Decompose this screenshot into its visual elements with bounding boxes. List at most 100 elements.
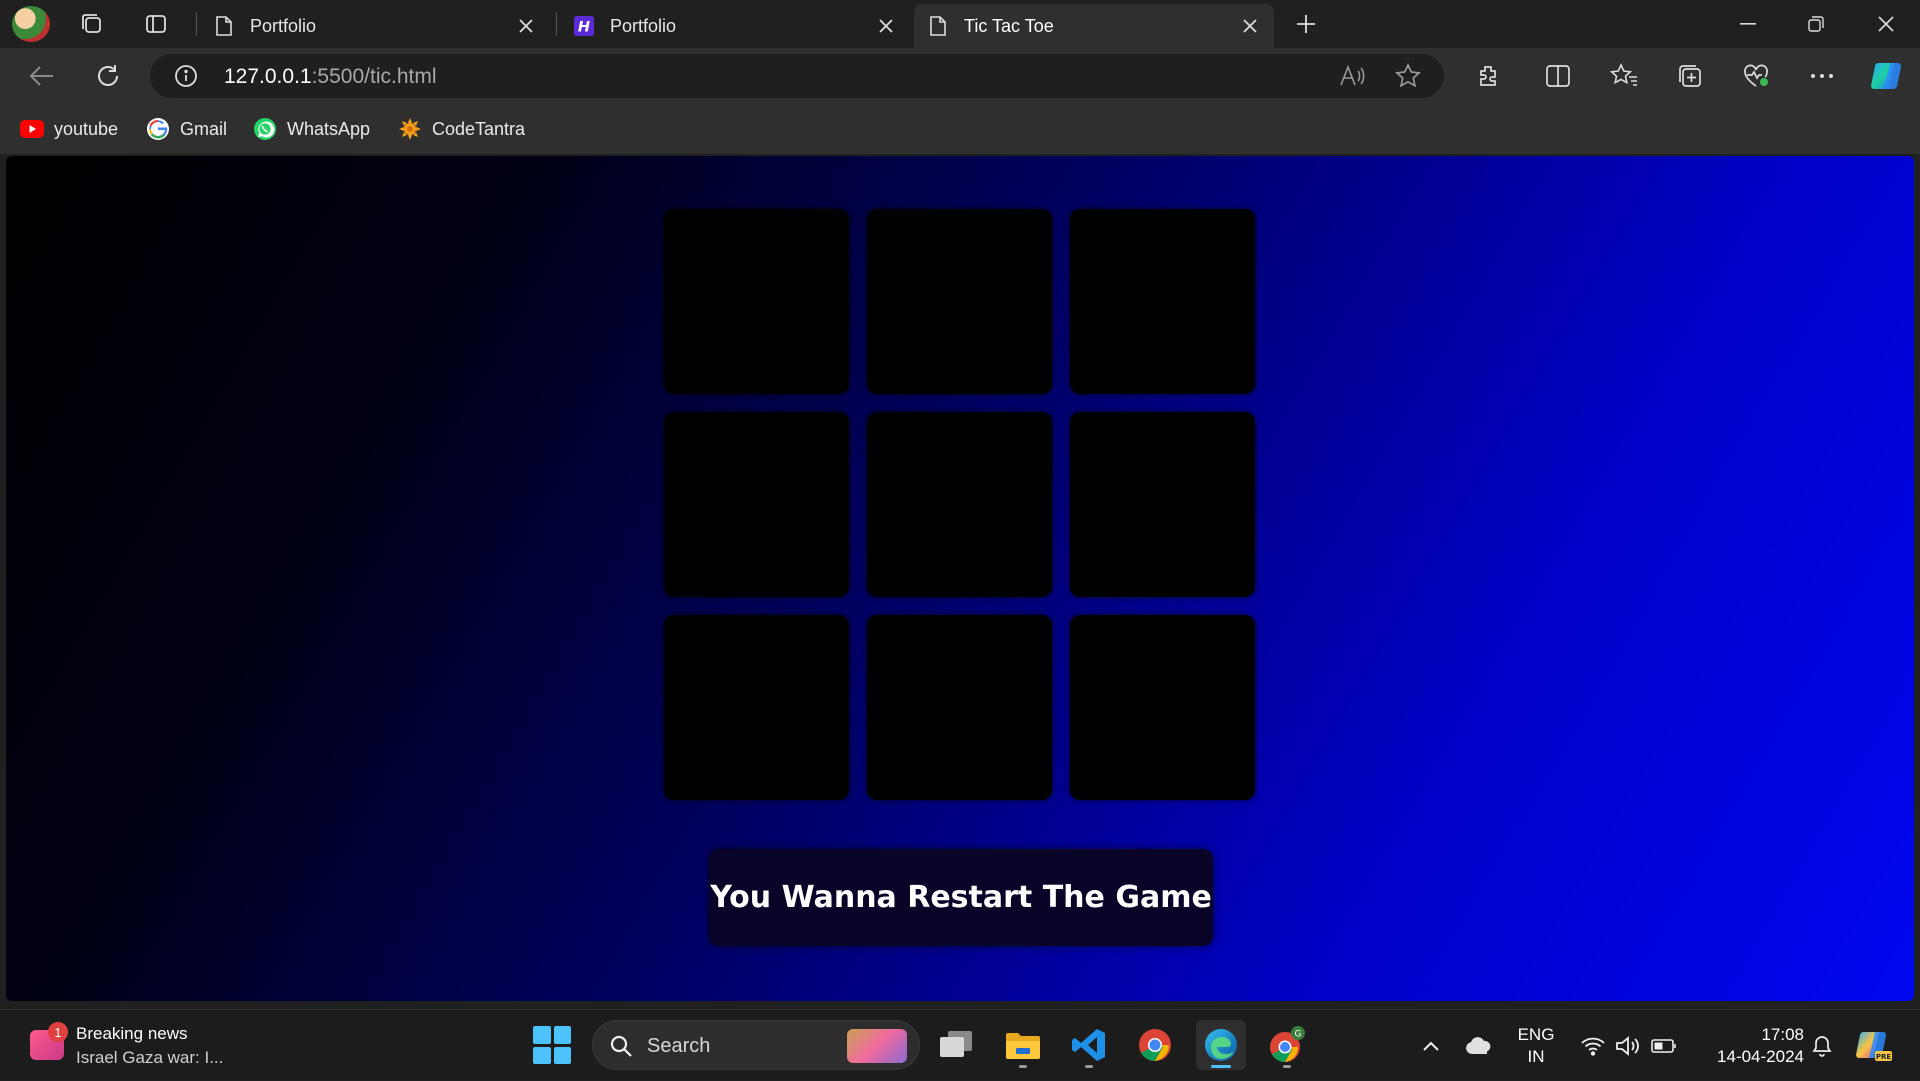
bookmark-codetantra[interactable]: CodeTantra (398, 116, 525, 142)
tab-portfolio-2[interactable]: H Portfolio (560, 4, 910, 48)
collections-icon[interactable] (1672, 58, 1708, 94)
tab-strip: Portfolio H Portfolio Tic Tac Toe (0, 0, 1920, 48)
svg-text:G: G (1295, 1030, 1302, 1040)
url-host: 127.0.0.1 (224, 65, 312, 88)
site-info-icon[interactable] (174, 64, 198, 88)
running-indicator (1211, 1065, 1231, 1068)
board-cell-5[interactable] (867, 412, 1052, 597)
whatsapp-icon (253, 117, 277, 141)
svg-text:PRE: PRE (1876, 1053, 1892, 1061)
bookmark-label: CodeTantra (432, 118, 526, 139)
extensions-icon[interactable] (1470, 58, 1506, 94)
onedrive-cloud-icon[interactable] (1462, 1010, 1496, 1081)
bookmark-whatsapp[interactable]: WhatsApp (253, 116, 370, 142)
page-icon (214, 15, 234, 37)
running-indicator (1085, 1065, 1093, 1068)
close-icon[interactable] (516, 16, 536, 36)
tab-separator (556, 12, 557, 36)
bookmark-label: youtube (54, 118, 119, 139)
search-highlight-art (847, 1029, 907, 1063)
youtube-icon (20, 117, 44, 141)
copilot-preview-icon[interactable]: PRE (1852, 1010, 1896, 1081)
board-cell-2[interactable] (867, 209, 1052, 394)
back-arrow-icon[interactable] (24, 58, 60, 94)
page-viewport: You Wanna Restart The Game (6, 156, 1914, 1001)
chrome-icon[interactable] (1130, 1020, 1180, 1070)
news-title: Breaking news (76, 1024, 188, 1043)
bookmark-label: Gmail (180, 118, 228, 139)
windows-start-icon[interactable] (533, 1026, 571, 1064)
taskbar-search[interactable]: Search (592, 1020, 920, 1070)
board-cell-8[interactable] (867, 615, 1052, 800)
bookmarks-bar: youtube Gmail WhatsApp CodeTantra (0, 104, 1920, 154)
news-widget[interactable]: 1 Breaking news Israel Gaza war: I... (26, 1020, 286, 1072)
chrome-profile-icon[interactable]: G (1262, 1020, 1312, 1070)
favorites-icon[interactable] (1606, 58, 1642, 94)
tab-portfolio-1[interactable]: Portfolio (200, 4, 550, 48)
copilot-icon[interactable] (1866, 58, 1910, 94)
page-icon (928, 15, 948, 37)
lang-region: IN (1527, 1047, 1545, 1066)
minimize-icon[interactable] (1718, 4, 1778, 44)
battery-icon[interactable] (1648, 1010, 1680, 1081)
search-icon (610, 1035, 632, 1057)
show-hidden-icons-chevron-icon[interactable] (1416, 1010, 1446, 1081)
favorite-star-icon[interactable] (1394, 62, 1422, 90)
search-placeholder: Search (647, 1035, 711, 1057)
tab-separator (196, 12, 197, 36)
google-icon (146, 117, 170, 141)
refresh-icon[interactable] (90, 58, 126, 94)
restore-icon[interactable] (1786, 4, 1846, 44)
running-indicator (1019, 1065, 1027, 1068)
close-icon[interactable] (1240, 16, 1260, 36)
notifications-icon[interactable] (1806, 1010, 1838, 1081)
taskbar: 1 Breaking news Israel Gaza war: I... Se… (0, 1009, 1920, 1080)
window-close-icon[interactable] (1856, 4, 1916, 44)
clock-date: 14-04-2024 (1717, 1047, 1804, 1066)
tab-title: Portfolio (610, 15, 677, 36)
tab-tic-tac-toe[interactable]: Tic Tac Toe (914, 4, 1274, 48)
h-logo-icon: H (574, 15, 594, 37)
board-cell-1[interactable] (664, 209, 849, 394)
board-cell-3[interactable] (1070, 209, 1255, 394)
url-text[interactable]: 127.0.0.1:5500/tic.html (224, 65, 437, 89)
navigation-bar: 127.0.0.1:5500/tic.html (0, 48, 1920, 104)
clock-time: 17:08 (1761, 1025, 1804, 1044)
running-indicator (1283, 1065, 1291, 1068)
codetantra-icon (398, 117, 422, 141)
profile-avatar[interactable] (12, 6, 50, 42)
url-path: :5500/tic.html (311, 65, 437, 88)
address-bar[interactable]: 127.0.0.1:5500/tic.html (150, 54, 1444, 98)
svg-text:H: H (578, 19, 590, 35)
file-explorer-icon[interactable] (998, 1020, 1048, 1070)
volume-icon[interactable] (1612, 1010, 1642, 1081)
close-icon[interactable] (876, 16, 896, 36)
tab-actions-icon[interactable] (140, 8, 172, 40)
board-cell-6[interactable] (1070, 412, 1255, 597)
board-cell-7[interactable] (664, 615, 849, 800)
more-options-icon[interactable] (1804, 58, 1840, 94)
system-clock[interactable]: 17:08 14-04-2024 (1690, 1024, 1804, 1068)
language-indicator[interactable]: ENG IN (1510, 1024, 1562, 1068)
lang-code: ENG (1517, 1025, 1555, 1044)
tab-title: Tic Tac Toe (964, 15, 1054, 36)
wifi-icon[interactable] (1578, 1010, 1608, 1081)
split-screen-icon[interactable] (1540, 58, 1576, 94)
edge-icon[interactable] (1196, 1020, 1246, 1070)
vscode-icon[interactable] (1064, 1020, 1114, 1070)
board-cell-9[interactable] (1070, 615, 1255, 800)
tab-title: Portfolio (250, 15, 317, 36)
bookmark-label: WhatsApp (287, 118, 371, 139)
news-subtitle: Israel Gaza war: I... (76, 1048, 224, 1067)
read-aloud-icon[interactable] (1338, 62, 1366, 90)
task-view-icon[interactable] (931, 1020, 981, 1070)
restart-button[interactable]: You Wanna Restart The Game (709, 849, 1213, 946)
new-tab-icon[interactable] (1290, 8, 1322, 40)
browser-essentials-icon[interactable] (1738, 58, 1774, 94)
bookmark-youtube[interactable]: youtube (20, 116, 118, 142)
board-cell-4[interactable] (664, 412, 849, 597)
news-badge: 1 (48, 1022, 68, 1042)
workspaces-icon[interactable] (76, 8, 108, 40)
game-board (664, 209, 1264, 809)
bookmark-gmail[interactable]: Gmail (146, 116, 227, 142)
